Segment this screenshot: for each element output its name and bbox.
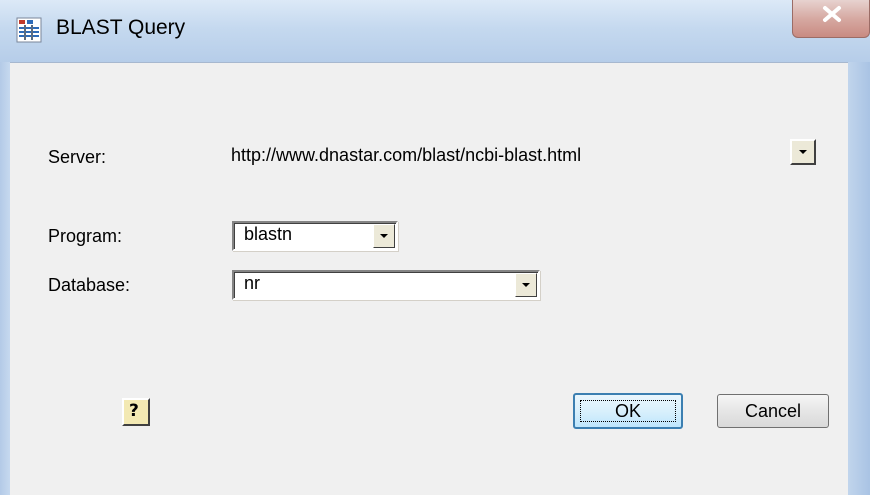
program-label: Program: [48,226,123,246]
help-question-icon: ? [129,401,139,421]
program-value: blastn [244,224,293,244]
chevron-down-icon [380,234,388,238]
ok-button-label: OK [614,401,641,421]
title-bar[interactable]: BLAST Query [0,0,870,62]
program-dropdown-button[interactable] [373,224,395,248]
blast-query-dialog: BLAST Query Server: http://www.dnastar.c… [0,0,870,495]
cancel-button[interactable]: Cancel [717,394,829,428]
dialog-client-area: Server: http://www.dnastar.com/blast/ncb… [10,62,848,495]
chevron-down-icon [799,150,807,154]
database-label: Database: [48,275,131,295]
ok-button[interactable]: OK [573,393,683,429]
help-button[interactable]: ? [122,398,150,426]
server-label: Server: [48,147,107,167]
close-button[interactable] [792,0,870,38]
database-dropdown-button[interactable] [515,273,537,297]
close-x-icon [793,0,869,37]
window-frame-left [0,62,10,495]
database-select[interactable]: nr [232,270,540,300]
chevron-down-icon [522,283,530,287]
blast-app-icon [16,17,42,43]
server-dropdown-button[interactable] [790,139,816,165]
cancel-button-label: Cancel [744,401,802,421]
window-frame-right [848,62,870,495]
database-value: nr [244,273,261,293]
program-select[interactable]: blastn [232,221,398,251]
window-title: BLAST Query [56,16,186,39]
server-url-value[interactable]: http://www.dnastar.com/blast/ncbi-blast.… [231,145,581,166]
